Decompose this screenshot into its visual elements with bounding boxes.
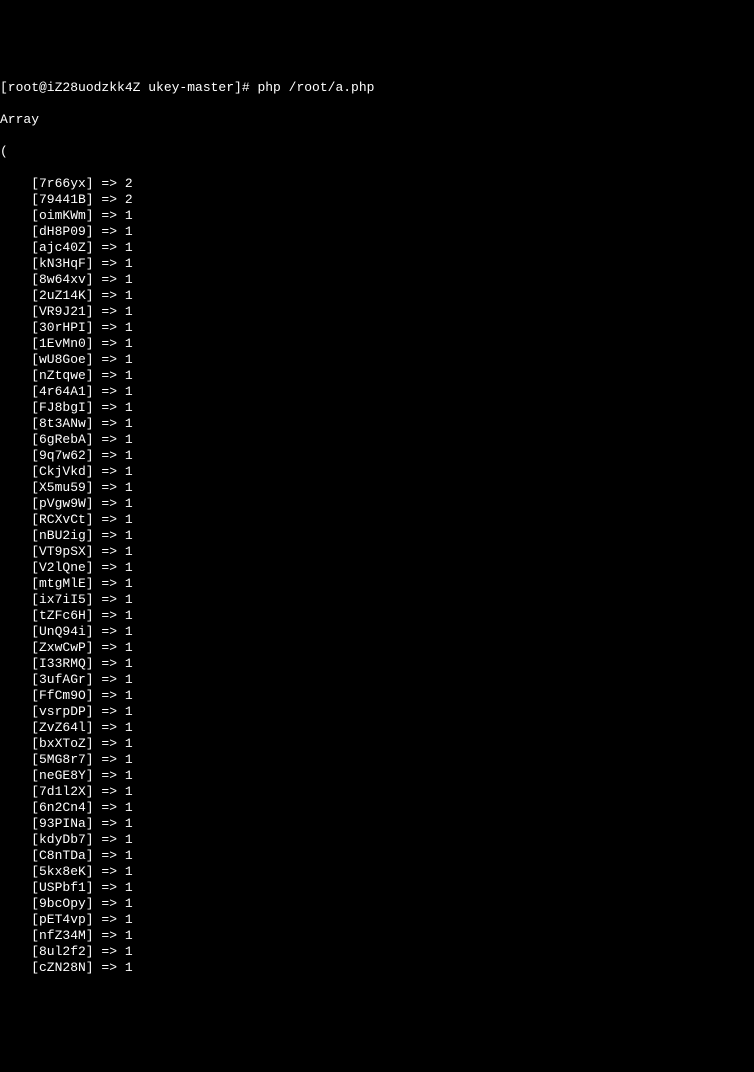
array-entry: [pET4vp] => 1 [0, 912, 754, 928]
array-entry: [nBU2ig] => 1 [0, 528, 754, 544]
array-entry: [RCXvCt] => 1 [0, 512, 754, 528]
array-entry: [C8nTDa] => 1 [0, 848, 754, 864]
array-entry: [X5mu59] => 1 [0, 480, 754, 496]
array-entry: [nZtqwe] => 1 [0, 368, 754, 384]
array-entry: [kdyDb7] => 1 [0, 832, 754, 848]
array-entry: [CkjVkd] => 1 [0, 464, 754, 480]
array-entry: [neGE8Y] => 1 [0, 768, 754, 784]
array-entry: [6n2Cn4] => 1 [0, 800, 754, 816]
array-entry: [V2lQne] => 1 [0, 560, 754, 576]
array-entry: [8t3ANw] => 1 [0, 416, 754, 432]
array-entry: [tZFc6H] => 1 [0, 608, 754, 624]
array-entry: [9q7w62] => 1 [0, 448, 754, 464]
array-entry: [nfZ34M] => 1 [0, 928, 754, 944]
array-entry: [vsrpDP] => 1 [0, 704, 754, 720]
array-entry: [I33RMQ] => 1 [0, 656, 754, 672]
array-entry: [ZvZ64l] => 1 [0, 720, 754, 736]
open-paren: ( [0, 144, 754, 160]
array-entry: [79441B] => 2 [0, 192, 754, 208]
terminal-output[interactable]: [root@iZ28uodzkk4Z ukey-master]# php /ro… [0, 64, 754, 992]
array-entry: [30rHPI] => 1 [0, 320, 754, 336]
array-entry: [5MG8r7] => 1 [0, 752, 754, 768]
array-entry: [7d1l2X] => 1 [0, 784, 754, 800]
array-entry: [FJ8bgI] => 1 [0, 400, 754, 416]
array-entry: [wU8Goe] => 1 [0, 352, 754, 368]
array-entry: [ZxwCwP] => 1 [0, 640, 754, 656]
array-entry: [1EvMn0] => 1 [0, 336, 754, 352]
array-entry: [9bcOpy] => 1 [0, 896, 754, 912]
array-entry: [VR9J21] => 1 [0, 304, 754, 320]
array-entry: [6gRebA] => 1 [0, 432, 754, 448]
array-entry: [ix7iI5] => 1 [0, 592, 754, 608]
array-entry: [8ul2f2] => 1 [0, 944, 754, 960]
array-entry: [4r64A1] => 1 [0, 384, 754, 400]
array-header: Array [0, 112, 754, 128]
array-entry: [bxXToZ] => 1 [0, 736, 754, 752]
array-entry: [cZN28N] => 1 [0, 960, 754, 976]
array-entry: [kN3HqF] => 1 [0, 256, 754, 272]
array-entry: [UnQ94i] => 1 [0, 624, 754, 640]
array-entry: [5kx8eK] => 1 [0, 864, 754, 880]
array-entry: [8w64xv] => 1 [0, 272, 754, 288]
array-entry: [VT9pSX] => 1 [0, 544, 754, 560]
array-entry: [mtgMlE] => 1 [0, 576, 754, 592]
array-entry: [dH8P09] => 1 [0, 224, 754, 240]
array-entry: [FfCm9O] => 1 [0, 688, 754, 704]
array-entry: [93PINa] => 1 [0, 816, 754, 832]
array-entry: [2uZ14K] => 1 [0, 288, 754, 304]
array-entry: [pVgw9W] => 1 [0, 496, 754, 512]
array-entry: [3ufAGr] => 1 [0, 672, 754, 688]
shell-prompt-line: [root@iZ28uodzkk4Z ukey-master]# php /ro… [0, 80, 754, 96]
array-entry: [ajc40Z] => 1 [0, 240, 754, 256]
array-entry: [7r66yx] => 2 [0, 176, 754, 192]
array-entry: [USPbf1] => 1 [0, 880, 754, 896]
array-entries: [7r66yx] => 2[79441B] => 2[oimKWm] => 1[… [0, 176, 754, 976]
array-entry: [oimKWm] => 1 [0, 208, 754, 224]
